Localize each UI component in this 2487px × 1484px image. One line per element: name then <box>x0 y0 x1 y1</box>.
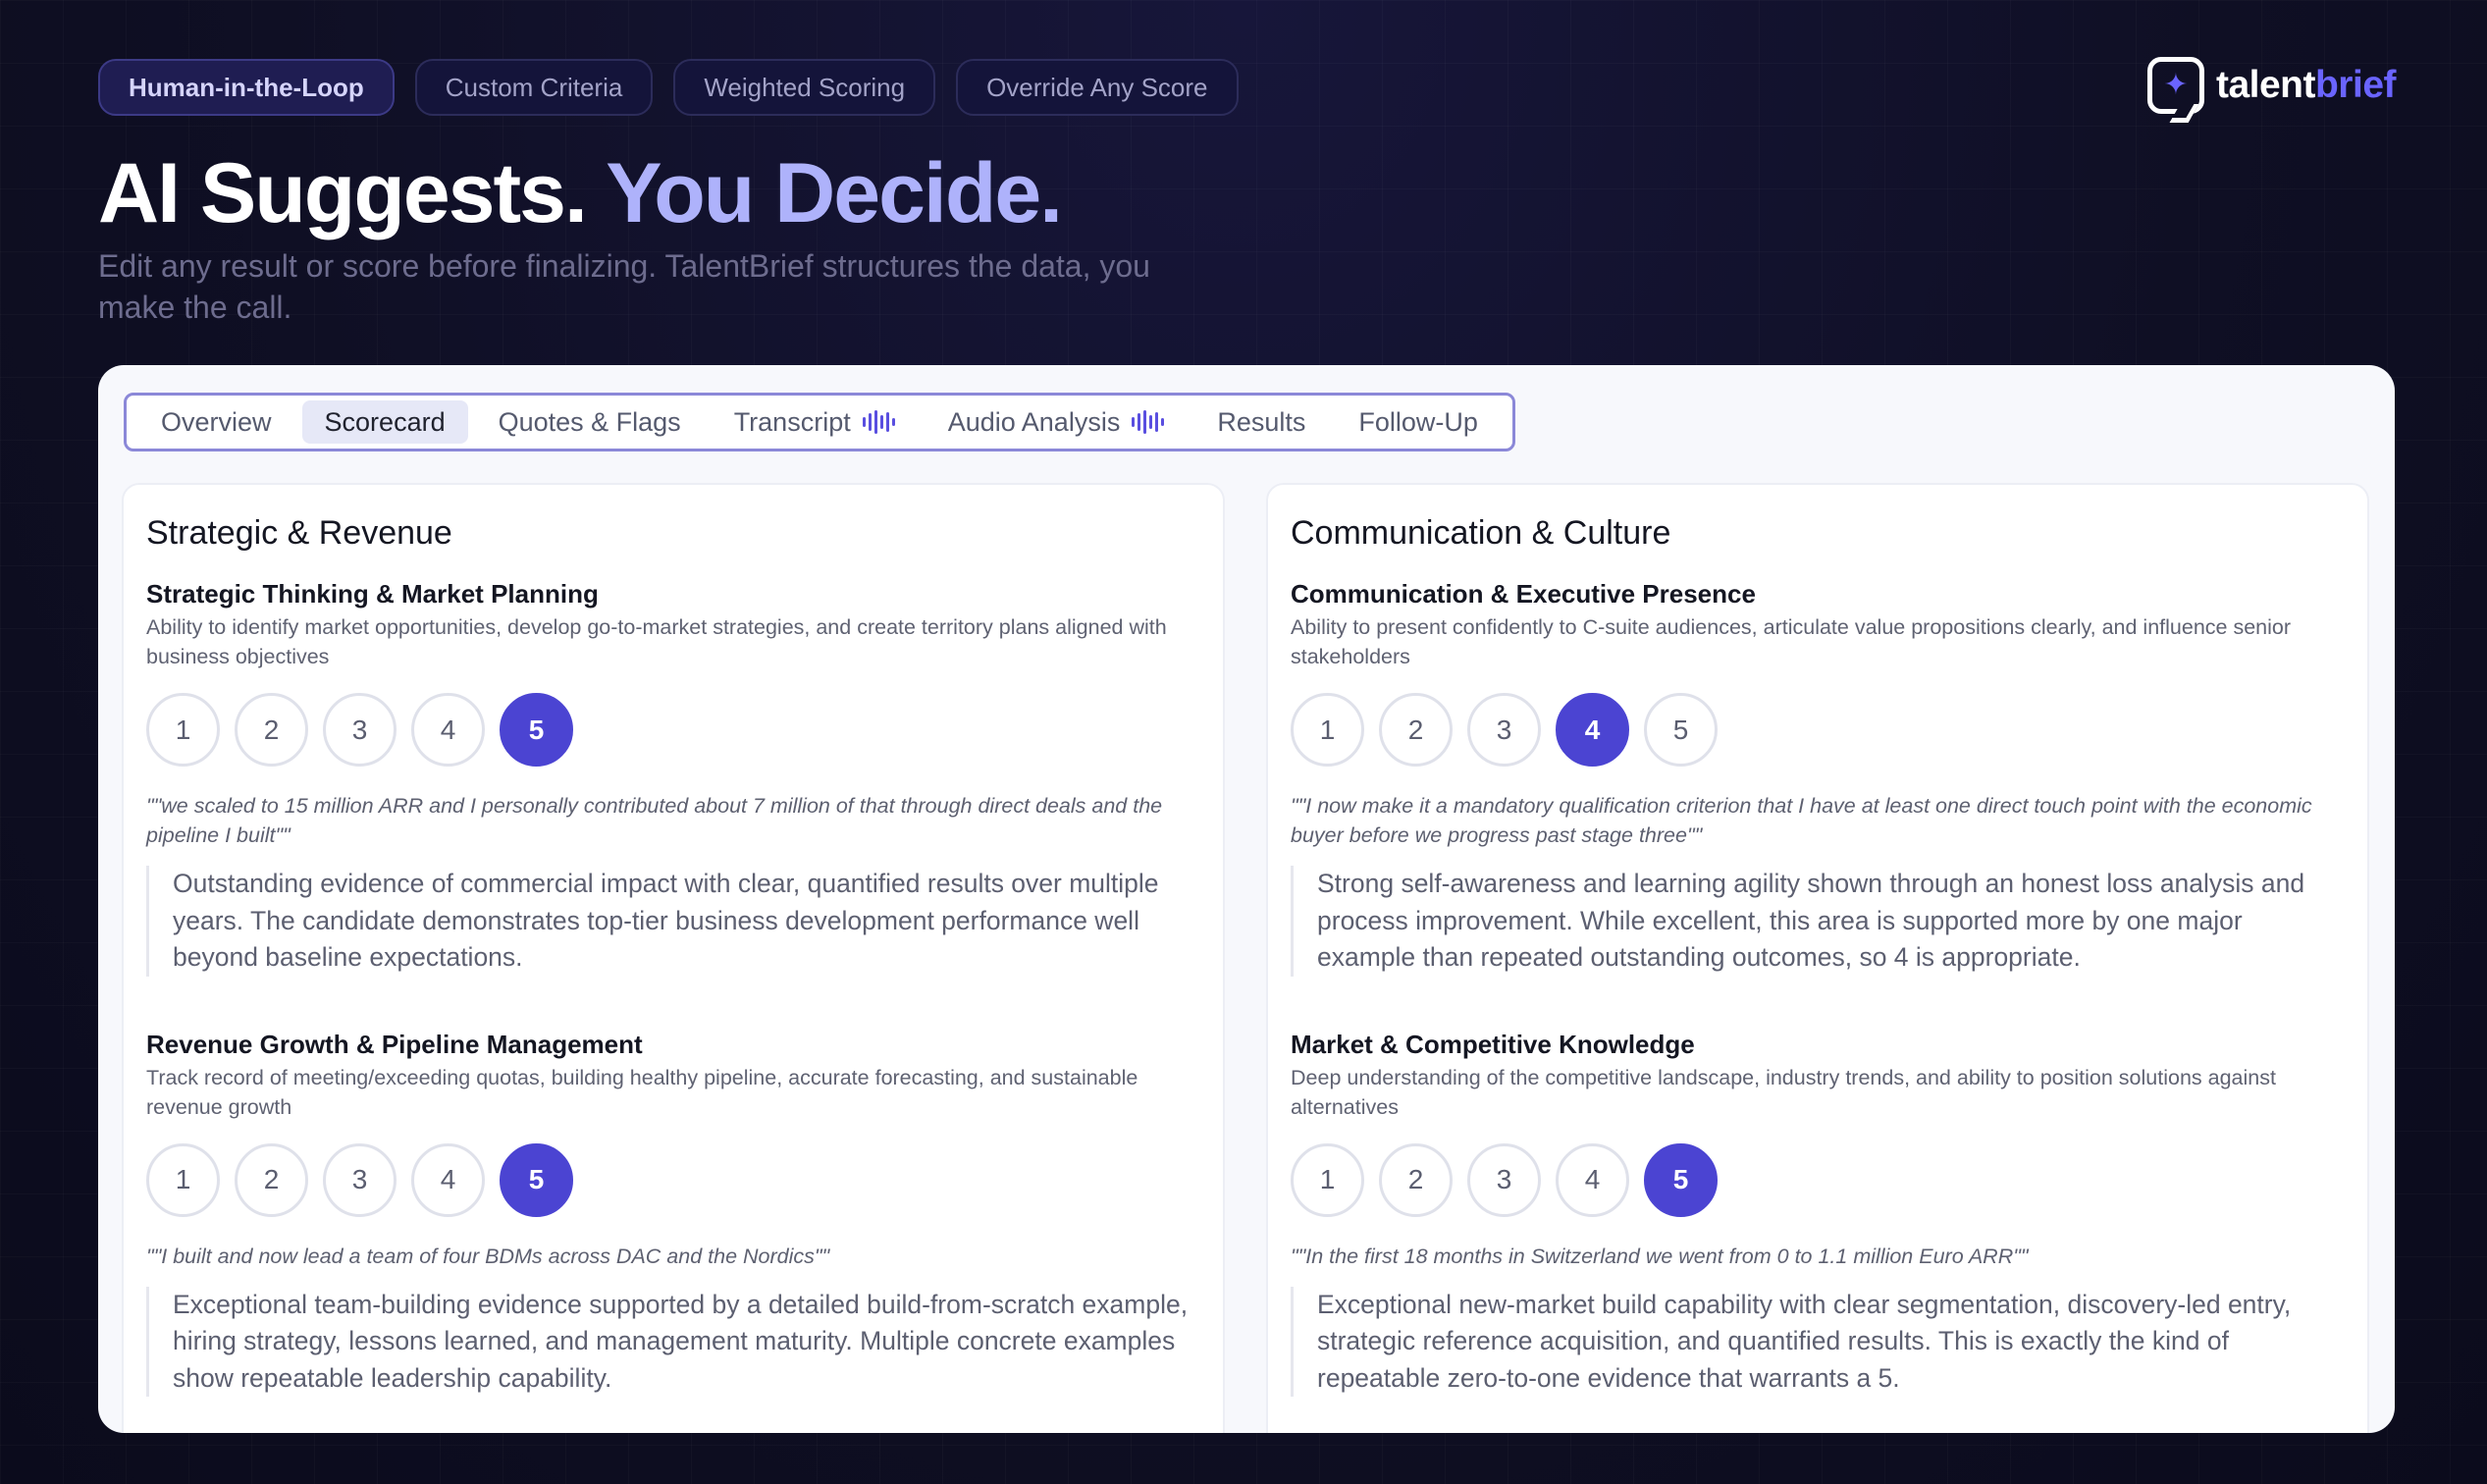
score-option-5[interactable]: 5 <box>1644 1142 1718 1217</box>
headline-accent: You Decide. <box>606 146 1063 240</box>
waveform-icon <box>1132 409 1165 435</box>
sparkle-chat-icon: ✦ <box>2146 57 2204 114</box>
criterion-card: Market & Competitive Knowledge Deep unde… <box>1291 1026 2344 1397</box>
feature-pills: Human-in-the-Loop Custom Criteria Weight… <box>98 59 1239 116</box>
score-option-5[interactable]: 5 <box>500 1142 573 1217</box>
headline: AI Suggests. You Decide. <box>98 145 1063 242</box>
score-selector: 1 2 3 4 5 <box>146 1142 1199 1218</box>
pill-override-any-score[interactable]: Override Any Score <box>956 59 1239 116</box>
score-option-1[interactable]: 1 <box>146 1142 220 1217</box>
score-selector: 1 2 3 4 5 <box>146 693 1199 768</box>
criterion-description: Deep understanding of the competitive la… <box>1291 1065 2276 1119</box>
tab-overview[interactable]: Overview <box>138 400 294 444</box>
criterion-name: Market & Competitive Knowledge <box>1291 1029 1695 1059</box>
column-communication-culture: Communication & Culture Communication & … <box>1266 483 2369 1433</box>
score-rationale[interactable]: Exceptional new-market build capability … <box>1291 1286 2341 1397</box>
column-strategic-revenue: Strategic & Revenue Strategic Thinking &… <box>122 483 1225 1433</box>
score-option-2[interactable]: 2 <box>235 1142 308 1217</box>
tab-results[interactable]: Results <box>1194 400 1328 444</box>
evidence-quote: ""we scaled to 15 million ARR and I pers… <box>146 794 1163 847</box>
score-option-2[interactable]: 2 <box>235 693 308 767</box>
score-option-5[interactable]: 5 <box>500 693 573 767</box>
tab-transcript[interactable]: Transcript <box>712 400 918 444</box>
criterion-name: Strategic Thinking & Market Planning <box>146 579 599 609</box>
score-rationale[interactable]: Exceptional team-building evidence suppo… <box>146 1286 1196 1397</box>
score-option-2[interactable]: 2 <box>1379 1142 1453 1217</box>
evidence-quote: ""I now make it a mandatory qualificatio… <box>1291 794 2312 847</box>
score-option-4[interactable]: 4 <box>1556 1142 1629 1217</box>
pill-weighted-scoring[interactable]: Weighted Scoring <box>673 59 936 116</box>
tab-quotes-flags[interactable]: Quotes & Flags <box>476 400 704 444</box>
column-title: Strategic & Revenue <box>146 514 452 552</box>
score-option-1[interactable]: 1 <box>146 693 220 767</box>
criterion-name: Communication & Executive Presence <box>1291 579 1756 609</box>
score-option-3[interactable]: 3 <box>323 1142 397 1217</box>
waveform-icon <box>862 409 895 435</box>
criterion-description: Ability to present confidently to C-suit… <box>1291 615 2292 668</box>
subhead: Edit any result or score before finalizi… <box>98 248 1150 325</box>
score-option-1[interactable]: 1 <box>1291 693 1364 767</box>
scorecard-panel: Overview Scorecard Quotes & Flags Transc… <box>98 365 2395 1433</box>
score-option-4[interactable]: 4 <box>1556 693 1629 767</box>
criterion-name: Revenue Growth & Pipeline Management <box>146 1029 643 1059</box>
score-rationale[interactable]: Strong self-awareness and learning agili… <box>1291 866 2341 977</box>
logo-text: talentbrief <box>2215 64 2397 106</box>
criterion-card: Strategic Thinking & Market Planning Abi… <box>146 575 1199 977</box>
tab-follow-up[interactable]: Follow-Up <box>1336 400 1501 444</box>
evidence-quote: ""I built and now lead a team of four BD… <box>146 1244 830 1268</box>
score-option-4[interactable]: 4 <box>411 693 485 767</box>
logo: ✦ talentbrief <box>2146 57 2397 114</box>
criterion-card: Revenue Growth & Pipeline Management Tra… <box>146 1026 1199 1397</box>
score-option-5[interactable]: 5 <box>1644 693 1718 767</box>
score-option-3[interactable]: 3 <box>323 693 397 767</box>
score-option-4[interactable]: 4 <box>411 1142 485 1217</box>
evidence-quote: ""In the first 18 months in Switzerland … <box>1291 1244 2029 1268</box>
score-option-3[interactable]: 3 <box>1467 1142 1541 1217</box>
score-selector: 1 2 3 4 5 <box>1291 1142 2344 1218</box>
criterion-description: Track record of meeting/exceeding quotas… <box>146 1065 1138 1119</box>
pill-custom-criteria[interactable]: Custom Criteria <box>414 59 654 116</box>
tab-scorecard[interactable]: Scorecard <box>301 400 468 444</box>
tab-audio-analysis[interactable]: Audio Analysis <box>926 400 1188 444</box>
headline-white: AI Suggests. <box>98 146 588 240</box>
score-selector: 1 2 3 4 5 <box>1291 693 2344 768</box>
criterion-description: Ability to identify market opportunities… <box>146 615 1167 668</box>
criterion-card: Communication & Executive Presence Abili… <box>1291 575 2344 977</box>
tab-bar: Overview Scorecard Quotes & Flags Transc… <box>124 393 1515 451</box>
score-option-2[interactable]: 2 <box>1379 693 1453 767</box>
score-option-1[interactable]: 1 <box>1291 1142 1364 1217</box>
score-option-3[interactable]: 3 <box>1467 693 1541 767</box>
score-rationale[interactable]: Outstanding evidence of commercial impac… <box>146 866 1196 977</box>
column-title: Communication & Culture <box>1291 514 1671 552</box>
pill-human-in-the-loop[interactable]: Human-in-the-Loop <box>98 59 395 116</box>
